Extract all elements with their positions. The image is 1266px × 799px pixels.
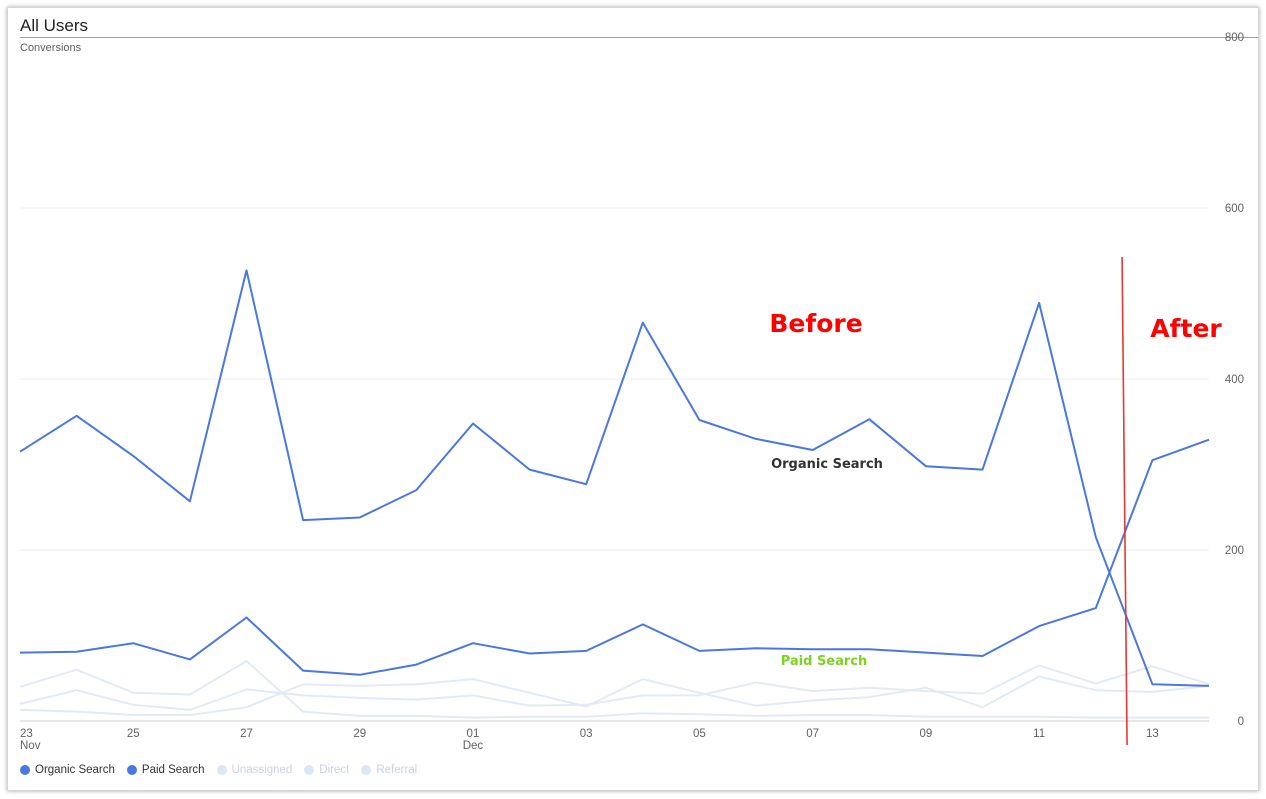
legend-item-referral[interactable]: Referral [361,764,417,776]
legend-label: Organic Search [35,764,115,776]
x-tick-sublabel: Dec [463,740,484,752]
y-tick-label: 0 [1238,716,1244,728]
legend-label: Unassigned [231,764,293,776]
annotation-organic-search: Organic Search [771,457,883,472]
legend-dot-icon [20,765,30,775]
x-tick-label: 29 [353,728,366,740]
x-tick-label: 05 [693,728,706,740]
x-tick-sublabel: Nov [20,740,41,752]
y-tick-label: 600 [1225,203,1244,215]
legend-dot-icon [126,765,137,775]
line-chart: 800 600 400 200 0 23Nov 25 27 29 01Dec 03 05 07 09 11 1… [19,32,1244,752]
legend-item-organic-search[interactable]: Organic Search [20,764,115,776]
legend-dot-icon [216,765,227,775]
y-tick-label: 800 [1225,32,1244,44]
legend-item-paid-search[interactable]: Paid Search [126,764,205,776]
annotation-after: After [1150,314,1222,343]
y-tick-label: 400 [1225,374,1244,386]
legend-label: Paid Search [141,764,205,776]
series-line-paid-search [19,438,1210,676]
x-tick-label: 23 [20,728,33,740]
legend-item-unassigned[interactable]: Unassigned [216,764,293,776]
x-tick-label: 11 [1033,728,1045,740]
series-line-referral [19,675,1210,716]
x-tick-label: 13 [1146,728,1159,740]
legend-item-direct[interactable]: Direct [304,764,349,776]
chart-legend: Organic Search Paid Search Unassigned Direc… [20,764,417,776]
annotation-before: Before [769,309,862,338]
legend-label: Referral [376,764,418,776]
legend-label: Direct [319,764,350,776]
x-tick-label: 01 [467,728,480,740]
series-line-organic-search [19,269,1210,687]
before-after-divider [1121,256,1128,746]
x-tick-label: 07 [806,728,819,740]
annotation-paid-search: Paid Search [781,654,868,669]
x-tick-label: 27 [240,728,253,740]
x-tick-label: 03 [580,728,593,740]
legend-dot-icon [361,765,372,775]
series-line-direct [19,664,1210,711]
y-tick-label: 200 [1225,545,1244,557]
legend-dot-icon [304,765,315,775]
x-tick-label: 09 [920,728,933,740]
x-tick-label: 25 [127,728,140,740]
